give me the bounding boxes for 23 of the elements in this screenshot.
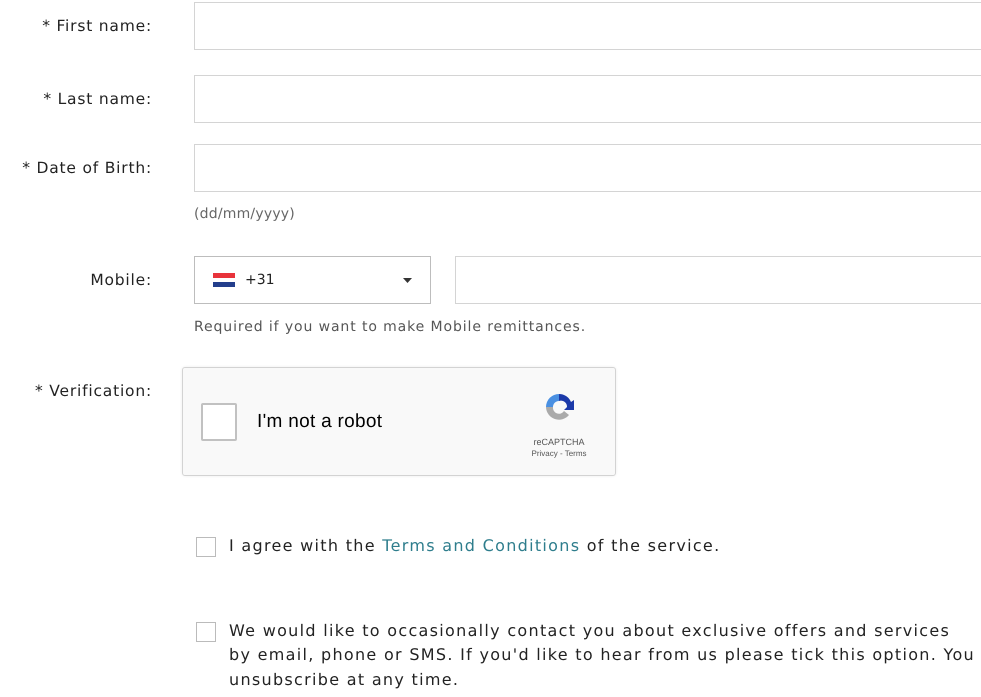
country-code-dropdown[interactable]: +31 <box>194 256 431 304</box>
field-label: * Last name: <box>42 89 152 110</box>
field-label: * Date of Birth: <box>21 158 152 179</box>
field-label: * First name: <box>41 16 152 37</box>
consent-text: We would like to occasionally contact you about exclusive offers and services by email, phone or SMS. If you'd like to hear from us please tick this option. You unsubscribe at any time. <box>229 620 975 690</box>
field-label: * Verification: <box>34 381 152 401</box>
checkbox[interactable] <box>196 537 216 557</box>
helper-text: (dd/mm/yyyy) <box>194 206 296 222</box>
caret-icon <box>403 278 412 282</box>
checkbox[interactable] <box>196 622 216 642</box>
helper-text: Required if you want to make Mobile remittances. <box>194 319 588 335</box>
input-field[interactable] <box>194 75 981 123</box>
flag-icon <box>213 273 235 287</box>
phone-input-field[interactable] <box>455 256 981 304</box>
captcha-brand: reCAPTCHA <box>533 437 584 447</box>
captcha-checkbox[interactable] <box>201 402 237 440</box>
terms-link[interactable]: Terms and Conditions <box>382 536 580 555</box>
input-field[interactable] <box>194 144 981 192</box>
captcha-label: I'm not a robot <box>257 410 384 432</box>
input-field[interactable] <box>194 2 981 50</box>
consent-text: I agree with the Terms and Conditions of the service. <box>229 535 720 557</box>
field-label: Mobile: <box>89 270 152 291</box>
captcha-links[interactable]: Privacy - Terms <box>532 449 586 458</box>
